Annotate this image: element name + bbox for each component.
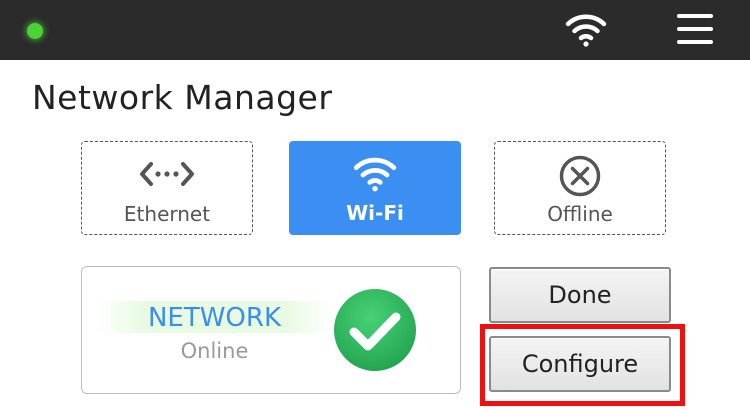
wifi-mode-label: Wi-Fi bbox=[346, 201, 404, 225]
ethernet-icon bbox=[140, 162, 194, 186]
status-indicator-dot bbox=[27, 23, 43, 39]
offline-mode-label: Offline bbox=[547, 202, 613, 226]
network-status-card: NETWORK Online bbox=[81, 266, 461, 394]
configure-highlight-box bbox=[480, 324, 685, 406]
wifi-mode-button[interactable]: Wi-Fi bbox=[289, 141, 461, 235]
wifi-icon bbox=[353, 157, 397, 192]
top-bar bbox=[0, 0, 750, 60]
hamburger-menu-icon[interactable] bbox=[677, 13, 713, 45]
offline-x-circle-icon bbox=[559, 155, 601, 197]
network-status-name: NETWORK bbox=[147, 303, 282, 333]
page-title: Network Manager bbox=[32, 78, 333, 117]
ethernet-mode-button[interactable]: Ethernet bbox=[81, 141, 253, 235]
done-button[interactable]: Done bbox=[489, 267, 671, 323]
check-circle-icon bbox=[334, 289, 416, 371]
ethernet-mode-label: Ethernet bbox=[123, 202, 211, 226]
network-status-value: Online bbox=[180, 339, 249, 363]
offline-mode-button[interactable]: Offline bbox=[494, 141, 666, 235]
wifi-icon[interactable] bbox=[565, 12, 607, 48]
